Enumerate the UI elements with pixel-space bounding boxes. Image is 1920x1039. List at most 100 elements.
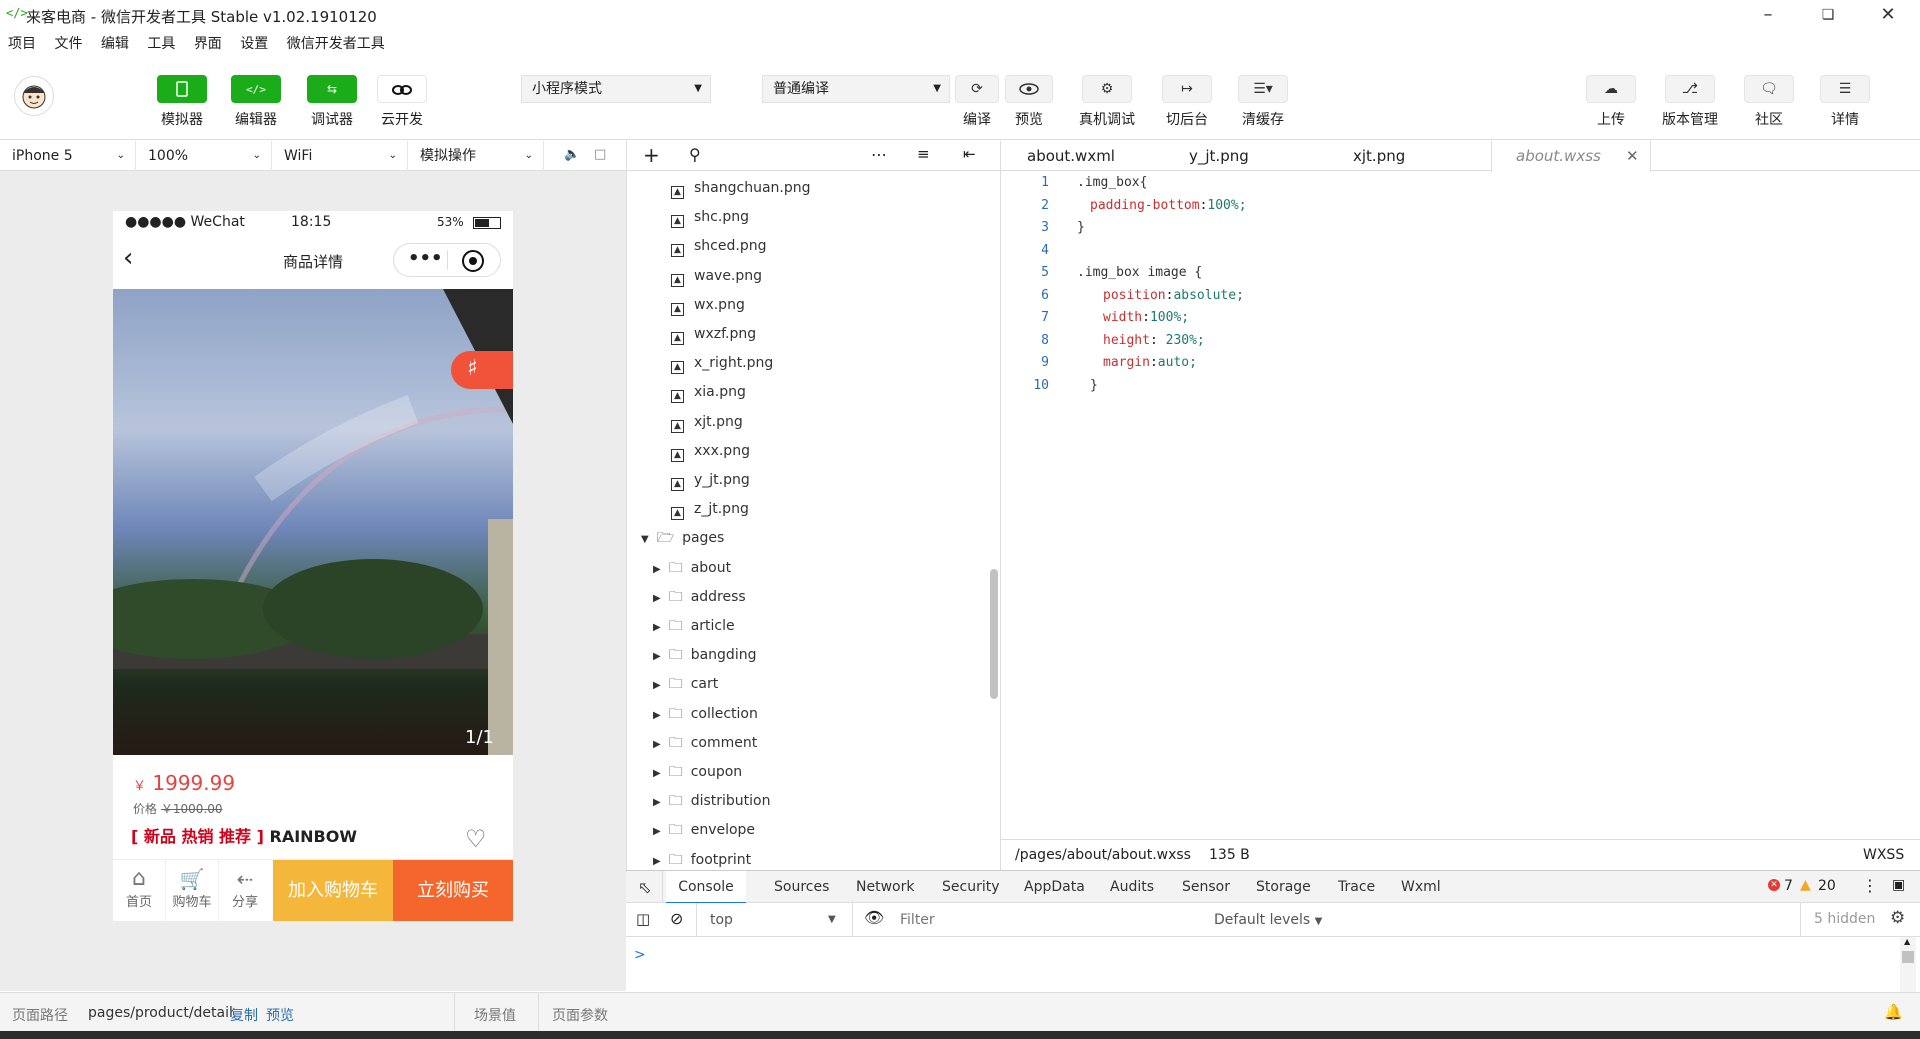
dock-icon[interactable]: ▣ (1892, 877, 1905, 893)
heart-icon[interactable]: ♡ (465, 825, 487, 853)
collapsed-caret-icon[interactable]: ▶ (653, 651, 661, 662)
file-item[interactable]: ▲ xia.png (671, 378, 1000, 407)
simulator-button[interactable]: 模拟器 (152, 75, 212, 129)
tab-security[interactable]: Security (942, 871, 1000, 904)
details-button[interactable]: ☰ 详情 (1820, 75, 1870, 129)
error-count[interactable]: 7 (1784, 878, 1793, 894)
page-params-button[interactable]: 页面参数 (552, 1005, 608, 1025)
community-button[interactable]: 🗨 社区 (1744, 75, 1794, 129)
close-window-button[interactable]: ✕ (1868, 4, 1908, 26)
tab-wxml[interactable]: Wxml (1401, 871, 1441, 904)
file-item[interactable]: ▲ xjt.png (671, 408, 1000, 437)
menu-settings[interactable]: 设置 (240, 30, 268, 58)
bell-icon[interactable]: 🔔 (1884, 1003, 1903, 1021)
tab-xjt-png[interactable]: xjt.png (1353, 141, 1453, 171)
buy-now-button[interactable]: 立刻购买 (393, 860, 513, 921)
restore-button[interactable]: ❏ (1808, 4, 1848, 26)
folder-item[interactable]: ▶ 🗀 article (653, 612, 993, 641)
scroll-up-icon[interactable]: ▲ (1904, 937, 1910, 946)
folder-item[interactable]: ▶ 🗀 footprint (653, 846, 993, 870)
file-item[interactable]: ▲ wxzf.png (671, 320, 1000, 349)
zoom-select[interactable]: 100% ⌄ (136, 141, 272, 171)
log-levels-select[interactable]: Default levels ▼ (1214, 903, 1322, 937)
collapsed-caret-icon[interactable]: ▶ (653, 856, 661, 867)
sidebar-toggle-icon[interactable]: ◫ (636, 910, 650, 928)
file-item[interactable]: ▲ wx.png (671, 291, 1000, 320)
kebab-menu-icon[interactable]: ⋮ (1862, 876, 1878, 895)
upload-button[interactable]: ☁ 上传 (1585, 75, 1637, 129)
remote-debug-button[interactable]: ⚙ 真机调试 (1074, 75, 1140, 129)
tab-storage[interactable]: Storage (1256, 871, 1311, 904)
menu-edit[interactable]: 编辑 (101, 30, 129, 58)
collapsed-caret-icon[interactable]: ▶ (653, 768, 661, 779)
folder-item[interactable]: ▼ 🗁 pages (641, 524, 981, 553)
folder-item[interactable]: ▶ 🗀 about (653, 554, 993, 583)
collapsed-caret-icon[interactable]: ▶ (653, 622, 661, 633)
eye-icon[interactable]: 👁 (864, 908, 884, 927)
scroll-thumb[interactable] (1902, 951, 1914, 963)
close-capsule-icon[interactable] (462, 250, 484, 272)
collapsed-caret-icon[interactable]: ▶ (653, 826, 661, 837)
tab-console[interactable]: Console (666, 871, 746, 904)
customer-service-button[interactable]: ♯ (451, 351, 513, 389)
expanded-caret-icon[interactable]: ▼ (641, 534, 649, 545)
mode-select[interactable]: 小程序模式 ▼ (521, 75, 711, 103)
file-item[interactable]: ▲ x_right.png (671, 349, 1000, 378)
share-button[interactable]: ⇠ 分享 (219, 860, 271, 921)
file-language[interactable]: WXSS (1863, 840, 1904, 871)
home-button[interactable]: ⌂ 首页 (113, 860, 166, 921)
inspect-icon[interactable]: ⬁ (638, 878, 651, 897)
tab-about-wxml[interactable]: about.wxml (1027, 141, 1147, 171)
tab-y-jt-png[interactable]: y_jt.png (1189, 141, 1289, 171)
cart-button[interactable]: 🛒 购物车 (166, 860, 219, 921)
tab-audits[interactable]: Audits (1110, 871, 1154, 904)
menu-project[interactable]: 项目 (8, 30, 36, 58)
console-filter-input[interactable] (896, 908, 1176, 932)
background-button[interactable]: ↦ 切后台 (1160, 75, 1214, 129)
settings-gear-icon[interactable]: ⚙ (1890, 908, 1905, 928)
folder-item[interactable]: ▶ 🗀 bangding (653, 641, 993, 670)
copy-path-link[interactable]: 复制 (230, 1005, 258, 1025)
add-to-cart-button[interactable]: 加入购物车 (273, 860, 393, 921)
tab-network[interactable]: Network (856, 871, 914, 904)
tab-trace[interactable]: Trace (1338, 871, 1375, 904)
menu-tools[interactable]: 工具 (147, 30, 175, 58)
collapsed-caret-icon[interactable]: ▶ (653, 680, 661, 691)
preview-button[interactable]: 预览 (1005, 75, 1053, 129)
version-button[interactable]: ⎇ 版本管理 (1656, 75, 1724, 129)
operation-select[interactable]: 模拟操作 ⌄ (408, 141, 544, 171)
menu-file[interactable]: 文件 (54, 30, 82, 58)
preview-link[interactable]: 预览 (266, 1005, 294, 1025)
compile-button[interactable]: ⟳ 编译 (955, 75, 999, 129)
collapsed-caret-icon[interactable]: ▶ (653, 593, 661, 604)
file-item[interactable]: ▲ wave.png (671, 262, 1000, 291)
compile-select[interactable]: 普通编译 ▼ (762, 75, 950, 103)
clear-console-icon[interactable]: ⊘ (670, 909, 683, 928)
file-item[interactable]: ▲ shced.png (671, 232, 1000, 261)
add-file-icon[interactable]: + (643, 143, 660, 167)
minimize-button[interactable]: – (1748, 4, 1788, 26)
context-select[interactable]: top ▼ (704, 907, 844, 933)
collapsed-caret-icon[interactable]: ▶ (653, 797, 661, 808)
collapsed-caret-icon[interactable]: ▶ (653, 564, 661, 575)
file-item[interactable]: ▲ y_jt.png (671, 466, 1000, 495)
avatar[interactable] (14, 76, 54, 116)
folder-item[interactable]: ▶ 🗀 envelope (653, 816, 993, 845)
network-select[interactable]: WiFi ⌄ (272, 141, 408, 171)
file-item[interactable]: ▲ xxx.png (671, 437, 1000, 466)
menu-view[interactable]: 界面 (194, 30, 222, 58)
console-output[interactable]: > ▲ (626, 937, 1920, 992)
folder-item[interactable]: ▶ 🗀 coupon (653, 758, 993, 787)
popout-icon[interactable]: □ (594, 147, 606, 162)
device-select[interactable]: iPhone 5 ⌄ (0, 141, 136, 171)
editor-button[interactable]: </> 编辑器 (226, 75, 286, 129)
product-image[interactable]: ♯ 1/1 (113, 289, 513, 755)
collapse-all-icon[interactable]: ≡ (917, 145, 930, 163)
collapsed-caret-icon[interactable]: ▶ (653, 739, 661, 750)
mute-icon[interactable]: 🔈 (564, 147, 580, 162)
collapsed-caret-icon[interactable]: ▶ (653, 710, 661, 721)
scene-value-button[interactable]: 场景值 (474, 1005, 516, 1025)
folder-item[interactable]: ▶ 🗀 comment (653, 729, 993, 758)
file-item[interactable]: ▲ z_jt.png (671, 495, 1000, 524)
search-icon[interactable]: ⚲ (689, 145, 701, 164)
